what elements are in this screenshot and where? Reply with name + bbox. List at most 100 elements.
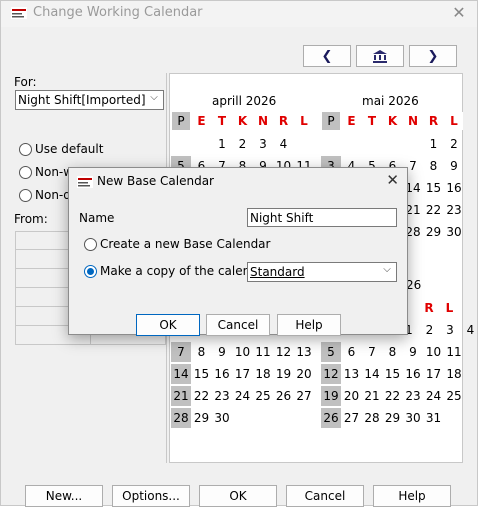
day-cell[interactable]: 2 bbox=[420, 320, 440, 340]
day-cell[interactable]: 22 bbox=[383, 386, 403, 406]
day-cell[interactable]: 30 bbox=[403, 408, 423, 428]
day-cell[interactable]: 13 bbox=[294, 342, 314, 362]
day-cell[interactable]: 13 bbox=[342, 364, 362, 384]
day-cell[interactable]: 3 bbox=[440, 320, 460, 340]
day-cell[interactable]: 24 bbox=[424, 386, 444, 406]
ok-button[interactable]: OK bbox=[199, 485, 277, 507]
dialog-help-button[interactable]: Help bbox=[277, 314, 341, 336]
building-icon bbox=[372, 49, 388, 63]
day-cell[interactable]: 4 bbox=[274, 134, 294, 154]
name-input[interactable]: Night Shift bbox=[247, 208, 397, 227]
day-header: R bbox=[275, 112, 293, 130]
day-cell[interactable]: 11 bbox=[444, 342, 464, 362]
day-cell[interactable]: 2 bbox=[444, 134, 464, 154]
options-button[interactable]: Options... bbox=[112, 485, 190, 507]
day-header: L bbox=[295, 112, 313, 130]
day-cell[interactable]: 12 bbox=[274, 342, 294, 362]
day-cell[interactable]: 20 bbox=[294, 364, 314, 384]
today-button[interactable] bbox=[356, 45, 404, 67]
day-cell[interactable]: 26 bbox=[274, 386, 294, 406]
app-icon bbox=[77, 176, 93, 188]
day-cell[interactable]: 19 bbox=[274, 364, 294, 384]
day-cell[interactable]: 16 bbox=[403, 364, 423, 384]
day-cell[interactable]: 27 bbox=[294, 386, 314, 406]
day-cell[interactable]: 26 bbox=[321, 408, 341, 428]
calendar-for-select[interactable]: Night Shift[Imported] ⌵ bbox=[15, 90, 164, 110]
day-cell[interactable]: 8 bbox=[383, 342, 403, 362]
non-working-radio[interactable] bbox=[19, 166, 32, 179]
day-cell[interactable]: 11 bbox=[253, 342, 273, 362]
day-cell[interactable]: 29 bbox=[383, 408, 403, 428]
day-header: R bbox=[425, 112, 443, 130]
window-title: Change Working Calendar bbox=[33, 5, 203, 20]
day-cell[interactable]: 25 bbox=[253, 386, 273, 406]
day-cell[interactable]: 25 bbox=[444, 386, 464, 406]
day-cell[interactable]: 12 bbox=[321, 364, 341, 384]
month-title: mai 2026 bbox=[362, 94, 419, 108]
day-header: T bbox=[213, 112, 231, 130]
day-cell[interactable]: 10 bbox=[233, 342, 253, 362]
make-copy-radio[interactable] bbox=[84, 265, 97, 278]
day-cell[interactable]: 16 bbox=[444, 178, 464, 198]
day-cell[interactable]: 19 bbox=[321, 386, 341, 406]
day-cell[interactable]: 6 bbox=[342, 342, 362, 362]
day-header: T bbox=[363, 112, 381, 130]
day-cell[interactable]: 15 bbox=[192, 364, 212, 384]
copy-source-select[interactable]: Standard ⌵ bbox=[247, 262, 397, 282]
day-cell[interactable]: 5 bbox=[321, 342, 341, 362]
day-header: L bbox=[445, 112, 463, 130]
day-cell[interactable]: 8 bbox=[424, 156, 444, 176]
new-button[interactable]: New... bbox=[25, 485, 103, 507]
day-cell[interactable]: 14 bbox=[362, 364, 382, 384]
day-cell[interactable]: 24 bbox=[233, 386, 253, 406]
previous-month-button[interactable]: ❮ bbox=[303, 45, 351, 67]
day-cell[interactable]: 28 bbox=[171, 408, 191, 428]
day-cell[interactable]: 23 bbox=[403, 386, 423, 406]
cancel-button[interactable]: Cancel bbox=[286, 485, 364, 507]
day-cell[interactable]: 23 bbox=[212, 386, 232, 406]
day-cell[interactable]: 23 bbox=[444, 200, 464, 220]
day-cell[interactable]: 2 bbox=[233, 134, 253, 154]
day-cell[interactable]: 18 bbox=[444, 364, 464, 384]
day-cell[interactable]: 22 bbox=[424, 200, 444, 220]
day-cell[interactable]: 31 bbox=[424, 408, 444, 428]
day-cell[interactable]: 22 bbox=[192, 386, 212, 406]
day-cell[interactable]: 30 bbox=[212, 408, 232, 428]
day-cell[interactable]: 10 bbox=[424, 342, 444, 362]
day-cell[interactable]: 20 bbox=[342, 386, 362, 406]
day-cell[interactable]: 29 bbox=[424, 222, 444, 242]
day-cell[interactable]: 29 bbox=[192, 408, 212, 428]
help-button[interactable]: Help bbox=[373, 485, 451, 507]
day-cell[interactable]: 27 bbox=[342, 408, 362, 428]
day-cell[interactable]: 17 bbox=[424, 364, 444, 384]
day-cell[interactable]: 16 bbox=[212, 364, 232, 384]
day-cell[interactable]: 18 bbox=[253, 364, 273, 384]
day-cell[interactable]: 21 bbox=[171, 386, 191, 406]
day-cell[interactable]: 15 bbox=[383, 364, 403, 384]
use-default-radio[interactable] bbox=[19, 143, 32, 156]
day-cell[interactable]: 7 bbox=[171, 342, 191, 362]
dialog-ok-button[interactable]: OK bbox=[136, 314, 200, 336]
day-cell[interactable]: 15 bbox=[424, 178, 444, 198]
day-cell[interactable]: 17 bbox=[233, 364, 253, 384]
day-cell[interactable]: 9 bbox=[444, 156, 464, 176]
day-cell[interactable]: 1 bbox=[212, 134, 232, 154]
day-cell[interactable]: 9 bbox=[403, 342, 423, 362]
non-default-radio[interactable] bbox=[19, 189, 32, 202]
day-cell[interactable]: 30 bbox=[444, 222, 464, 242]
create-new-radio[interactable] bbox=[84, 238, 97, 251]
day-cell[interactable]: 7 bbox=[362, 342, 382, 362]
day-cell[interactable]: 1 bbox=[424, 134, 444, 154]
dialog-cancel-button[interactable]: Cancel bbox=[206, 314, 270, 336]
day-cell[interactable]: 14 bbox=[171, 364, 191, 384]
close-icon[interactable]: ✕ bbox=[449, 3, 469, 23]
next-month-button[interactable]: ❯ bbox=[409, 45, 457, 67]
day-cell[interactable]: 3 bbox=[253, 134, 273, 154]
for-label: For: bbox=[14, 75, 37, 89]
day-cell[interactable]: 9 bbox=[212, 342, 232, 362]
day-cell[interactable]: 4 bbox=[461, 320, 478, 340]
close-icon[interactable]: ✕ bbox=[386, 171, 399, 189]
day-cell[interactable]: 28 bbox=[362, 408, 382, 428]
day-cell[interactable]: 8 bbox=[192, 342, 212, 362]
day-cell[interactable]: 21 bbox=[362, 386, 382, 406]
